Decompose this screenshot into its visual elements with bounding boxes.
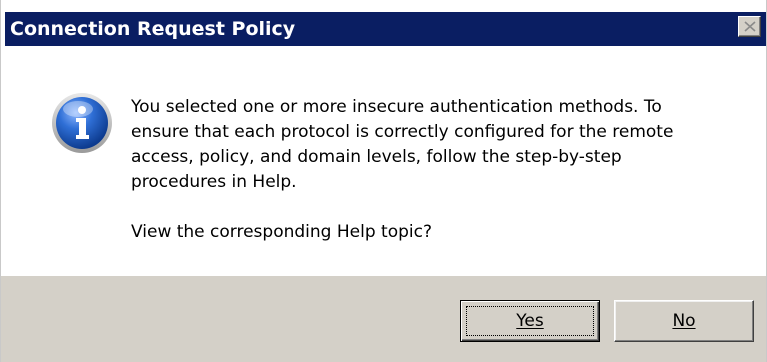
message-line: procedures in Help. (131, 172, 297, 192)
info-icon (52, 93, 112, 153)
message-text: You selected one or more insecure authen… (131, 95, 731, 195)
message-line: ensure that each protocol is correctly c… (131, 122, 674, 142)
title-bar[interactable]: Connection Request Policy (5, 12, 766, 46)
yes-button-label: Yes (516, 311, 544, 331)
question-text: View the corresponding Help topic? (131, 222, 432, 242)
close-icon (744, 21, 756, 32)
no-button-label: No (672, 311, 696, 331)
close-button[interactable] (738, 16, 761, 37)
message-line: access, policy, and domain levels, follo… (131, 147, 622, 167)
no-button[interactable]: No (614, 300, 754, 342)
dialog-content: You selected one or more insecure authen… (1, 46, 766, 276)
dialog-window: Connection Request Policy You selected o… (0, 0, 767, 362)
message-line: You selected one or more insecure authen… (131, 97, 662, 117)
yes-button[interactable]: Yes (460, 300, 600, 342)
dialog-title: Connection Request Policy (10, 18, 296, 40)
button-bar: Yes No (1, 276, 766, 362)
